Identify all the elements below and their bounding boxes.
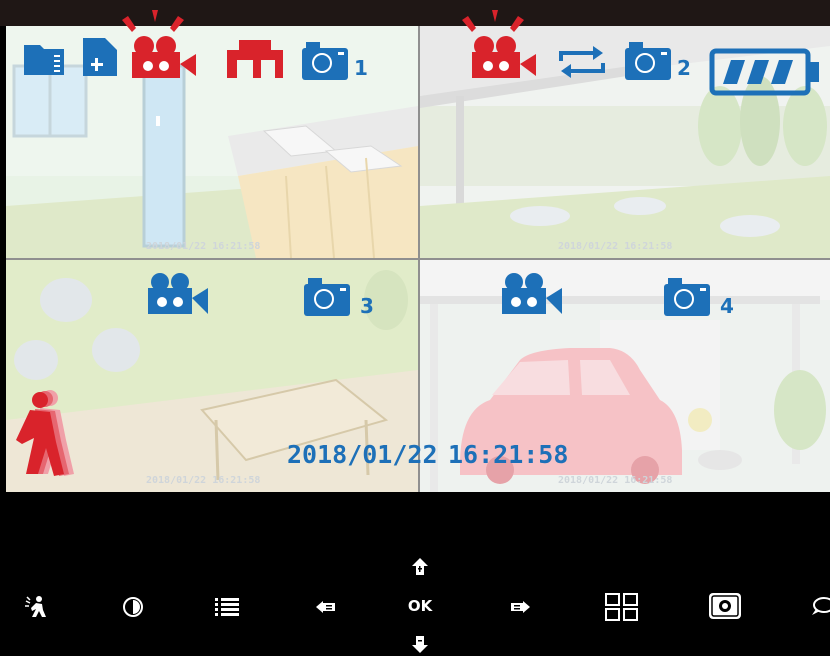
camera-grid: 2018/01/22 16:21:58 2018/01/22 16:21:58 (6, 26, 830, 492)
snapshot-camera-1-icon[interactable] (302, 42, 352, 80)
menu-button[interactable] (214, 594, 242, 620)
down-arrow-icon (412, 636, 428, 653)
camera-2-number: 2 (677, 56, 691, 80)
brightness-icon (123, 597, 143, 617)
overlay-date: 2018/01/22 (287, 440, 438, 469)
snapshot-camera-4-icon[interactable] (664, 278, 714, 316)
camera-4-timestamp: 2018/01/22 16:21:58 (558, 475, 673, 486)
speech-button[interactable] (806, 594, 830, 620)
quad-view-button[interactable] (604, 592, 640, 622)
camera-1-number: 1 (354, 56, 368, 80)
camera-2-timestamp: 2018/01/22 16:21:58 (558, 241, 673, 252)
previous-button[interactable] (312, 596, 340, 618)
camera-3-timestamp: 2018/01/22 16:21:58 (146, 475, 261, 486)
speech-icon (812, 597, 830, 615)
motion-person-button[interactable] (22, 594, 50, 620)
motion-detected-person-icon (16, 390, 74, 476)
sd-card-icon (24, 45, 64, 75)
snapshot-camera-3-icon[interactable] (304, 278, 354, 316)
video-camera-4-icon (502, 273, 562, 314)
battery-bar (723, 60, 745, 84)
motion-person-icon (25, 596, 46, 617)
new-file-icon[interactable] (83, 38, 119, 78)
camera-1-timestamp: 2018/01/22 16:21:58 (146, 241, 261, 252)
brightness-button[interactable] (119, 594, 147, 620)
snapshot-focus-icon (709, 593, 741, 619)
battery-bar (771, 60, 793, 84)
video-camera-3-icon (148, 273, 208, 314)
up-arrow-icon (412, 558, 428, 575)
up-button[interactable] (406, 556, 434, 578)
battery-bar (747, 60, 769, 84)
overlay-time: 16:21:58 (448, 440, 569, 469)
recording-camera-2-icon (462, 10, 536, 78)
previous-icon (316, 601, 335, 613)
snapshot-camera-2-icon[interactable] (625, 42, 675, 80)
battery-icon (709, 48, 819, 96)
next-icon (511, 601, 530, 613)
menu-list-icon (215, 598, 239, 616)
camera-3-number: 3 (360, 294, 374, 318)
camera-4-number: 4 (720, 294, 734, 318)
recording-camera-1-icon (122, 10, 196, 78)
next-button[interactable] (506, 596, 534, 618)
network-icon (227, 40, 283, 78)
snapshot-focus-button[interactable] (706, 590, 744, 622)
ok-button[interactable]: OK (400, 594, 440, 618)
quad-view-icon (605, 593, 638, 621)
loop-icon (559, 46, 605, 78)
down-button[interactable] (406, 634, 434, 656)
